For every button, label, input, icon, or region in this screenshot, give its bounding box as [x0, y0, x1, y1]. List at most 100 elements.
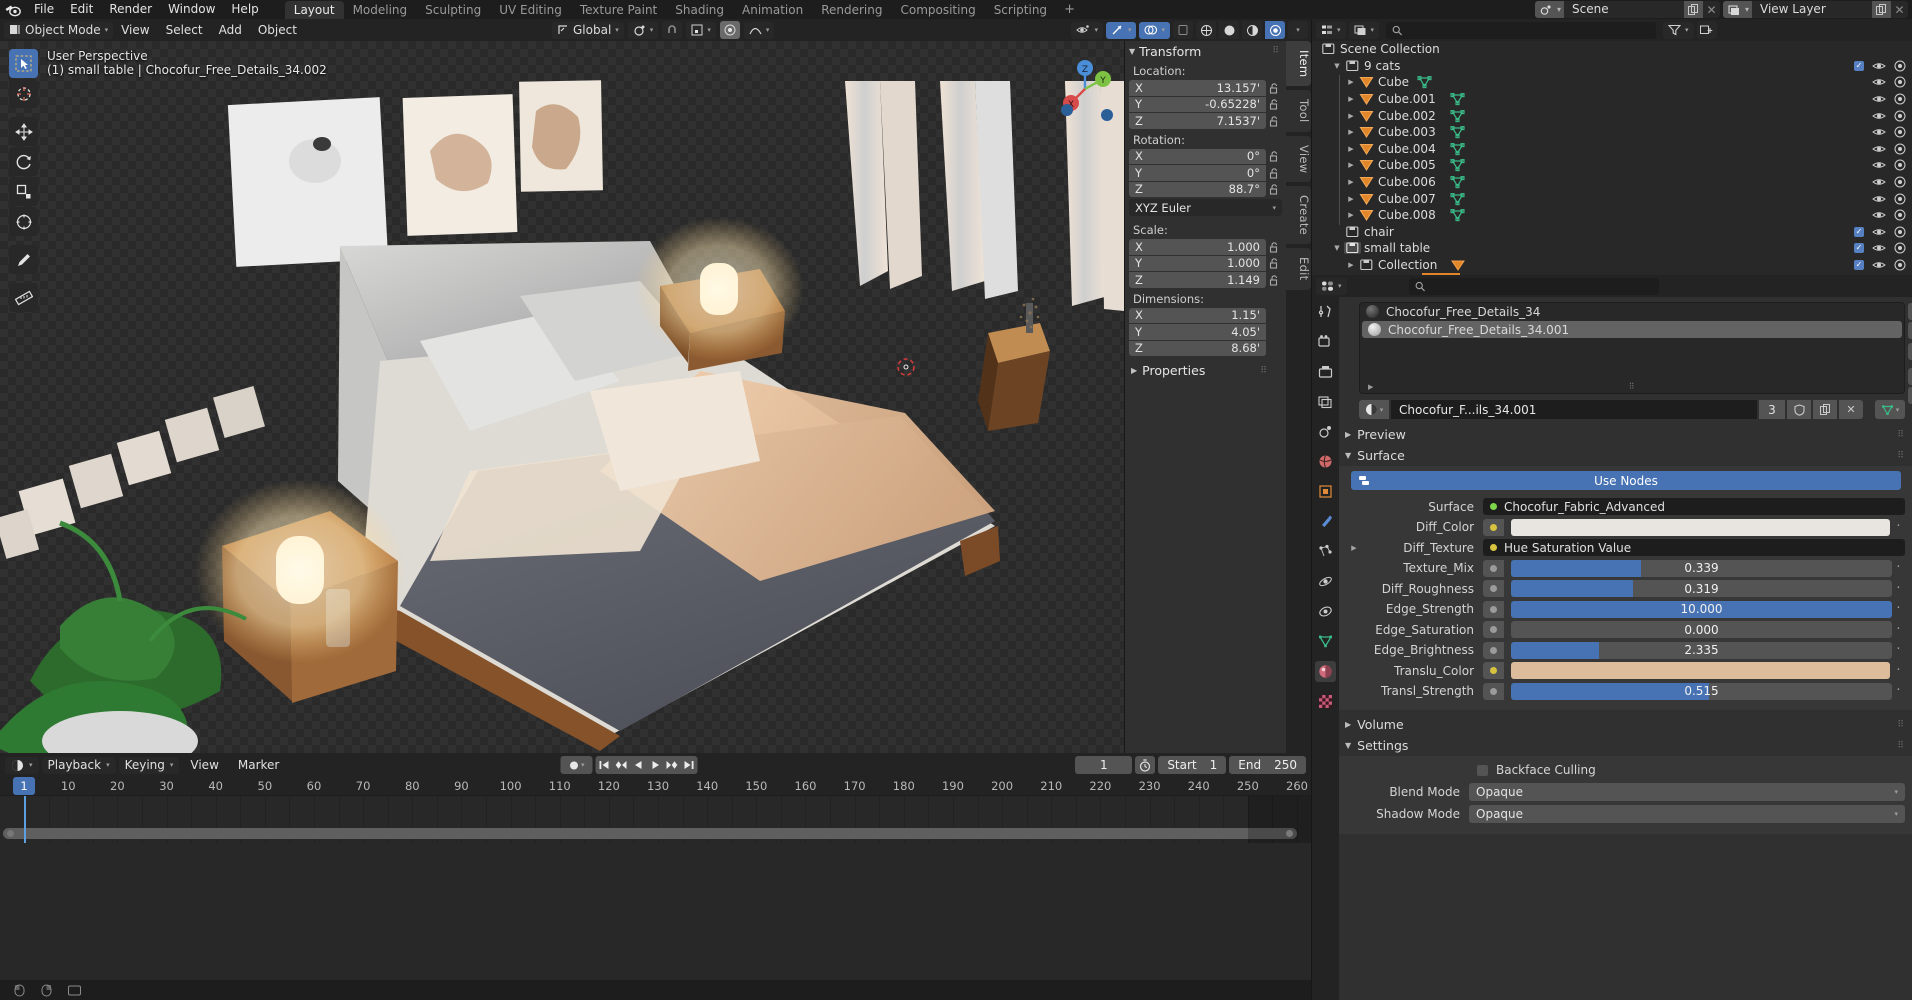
navigation-gizmo[interactable]: Z Y X: [1049, 53, 1121, 125]
jump-to-next-keyframe-button[interactable]: [664, 756, 681, 774]
timeline-menu-marker[interactable]: Marker: [230, 756, 287, 775]
n-tab-edit[interactable]: Edit: [1286, 248, 1311, 289]
viewport-3d[interactable]: User Perspective (1) small table | Choco…: [0, 41, 1311, 753]
viewport-menu-object[interactable]: Object: [250, 21, 305, 40]
view-layer-selector[interactable]: ▾ View Layer ✕: [1723, 1, 1908, 18]
n-tab-tool[interactable]: Tool: [1286, 90, 1311, 132]
rotation-z-field[interactable]: Z 88.7°: [1129, 182, 1266, 198]
tab-view-layer-icon[interactable]: [1315, 391, 1336, 412]
volume-section-header[interactable]: ▶ Volume ⠿: [1339, 714, 1912, 735]
tool-move[interactable]: [9, 117, 38, 146]
viewport-menu-view[interactable]: View: [113, 21, 157, 40]
outliner-new-collection-button[interactable]: [1697, 21, 1717, 39]
diff-roughness-slider[interactable]: 0.319: [1511, 580, 1892, 597]
disable-render-icon[interactable]: [1894, 193, 1906, 205]
hide-eye-icon[interactable]: [1872, 243, 1886, 253]
playback-menu[interactable]: Playback ▾: [42, 757, 116, 774]
shading-solid-button[interactable]: [1219, 21, 1239, 39]
hide-eye-icon[interactable]: [1872, 177, 1886, 187]
outliner-row-cube-004[interactable]: ▶Cube.004: [1312, 141, 1912, 158]
menu-window[interactable]: Window: [160, 0, 223, 19]
hide-eye-icon[interactable]: [1872, 227, 1886, 237]
lock-open-icon[interactable]: [1266, 257, 1282, 269]
outliner-row-9-cats[interactable]: ▼ 9 cats ✓: [1312, 58, 1912, 75]
drag-dots-icon[interactable]: ⠿: [1260, 366, 1268, 376]
outliner-row-cube-001[interactable]: ▶Cube.001: [1312, 91, 1912, 108]
play-button[interactable]: [647, 756, 664, 774]
n-tab-view[interactable]: View: [1286, 136, 1311, 183]
triangle-right-icon[interactable]: ▶: [1344, 161, 1358, 169]
outliner-filter-button[interactable]: ▾: [1663, 22, 1694, 39]
n-tab-item[interactable]: Item: [1286, 41, 1311, 86]
end-frame-field[interactable]: End 250: [1229, 756, 1306, 774]
outliner-row-cube-003[interactable]: ▶Cube.003: [1312, 124, 1912, 141]
animate-dot-icon[interactable]: ·: [1892, 646, 1905, 654]
triangle-right-icon[interactable]: ▶: [1344, 95, 1358, 103]
disable-render-icon[interactable]: [1894, 159, 1906, 171]
rotation-x-field[interactable]: X 0°: [1129, 149, 1266, 165]
transform-panel-header[interactable]: ▼ Transform ⠿: [1125, 41, 1286, 61]
visibility-selector[interactable]: ▾: [1071, 22, 1103, 39]
hide-eye-icon[interactable]: [1872, 160, 1886, 170]
dimensions-z-field[interactable]: Z 8.68': [1129, 341, 1266, 357]
browse-material-button[interactable]: ▾: [1359, 400, 1389, 419]
triangle-right-icon[interactable]: ▶: [1344, 128, 1358, 136]
triangle-right-icon[interactable]: ▶: [1344, 145, 1358, 153]
workspace-tab-uv-editing[interactable]: UV Editing: [490, 1, 571, 19]
start-frame-field[interactable]: Start 1: [1158, 756, 1226, 774]
view-layer-name[interactable]: View Layer: [1752, 1, 1872, 18]
triangle-right-icon[interactable]: ▶: [1344, 112, 1358, 120]
tool-annotate[interactable]: [9, 245, 38, 274]
outliner-row-chair[interactable]: chair ✓: [1312, 224, 1912, 241]
surface-section-header[interactable]: ▼ Surface ⠿: [1339, 445, 1912, 466]
disable-render-icon[interactable]: [1894, 176, 1906, 188]
tab-render-icon[interactable]: [1315, 331, 1336, 352]
unlink-material-button[interactable]: ✕: [1839, 400, 1863, 419]
jump-to-start-button[interactable]: [596, 756, 613, 774]
properties-search-box[interactable]: [1409, 278, 1659, 295]
snap-magnet-toggle[interactable]: [662, 21, 682, 39]
menu-file[interactable]: File: [26, 0, 62, 19]
outliner-row-cube[interactable]: ▶Cube: [1312, 74, 1912, 91]
shading-wireframe-button[interactable]: [1196, 21, 1216, 39]
hide-eye-icon[interactable]: [1872, 144, 1886, 154]
keying-menu[interactable]: Keying ▾: [119, 757, 180, 774]
play-reverse-button[interactable]: [630, 756, 647, 774]
settings-section-header[interactable]: ▼ Settings ⠿: [1339, 735, 1912, 756]
animate-dot-icon[interactable]: ·: [1892, 626, 1905, 634]
timeline-menu-view[interactable]: View: [182, 756, 226, 775]
animate-dot-icon[interactable]: ·: [1892, 687, 1905, 695]
fake-user-shield-icon[interactable]: [1787, 400, 1811, 419]
scale-x-field[interactable]: X 1.000: [1129, 239, 1266, 255]
proportional-falloff-selector[interactable]: ▾: [744, 22, 775, 39]
interaction-mode-selector[interactable]: Object Mode ▾: [4, 22, 113, 39]
use-preview-range-icon[interactable]: [1135, 756, 1155, 774]
lock-open-icon[interactable]: [1266, 241, 1282, 253]
animate-dot-icon[interactable]: ·: [1892, 564, 1905, 572]
workspace-tab-rendering[interactable]: Rendering: [812, 1, 891, 19]
scale-y-field[interactable]: Y 1.000: [1129, 256, 1266, 272]
lock-open-icon[interactable]: [1266, 150, 1282, 162]
animate-dot-icon[interactable]: ·: [1892, 605, 1905, 613]
material-slot-row-selected[interactable]: Chocofur_Free_Details_34.001: [1362, 321, 1902, 338]
exclude-checkbox[interactable]: ✓: [1854, 61, 1864, 71]
blender-logo-icon[interactable]: [0, 0, 26, 19]
workspace-tab-texture-paint[interactable]: Texture Paint: [571, 1, 666, 19]
edge-saturation-field[interactable]: 0.000: [1483, 621, 1892, 638]
tab-physics-icon[interactable]: [1315, 571, 1336, 592]
tab-material-icon[interactable]: [1315, 661, 1336, 682]
tab-modifier-icon[interactable]: [1315, 511, 1336, 532]
tab-scene-icon[interactable]: [1315, 421, 1336, 442]
hide-eye-icon[interactable]: [1872, 210, 1886, 220]
triangle-right-icon[interactable]: ▶: [1344, 78, 1358, 86]
outliner-row-collection[interactable]: ▶ Collection ✓: [1312, 257, 1912, 274]
edge-strength-slider[interactable]: 10.000: [1511, 601, 1892, 618]
move-slot-down-button[interactable]: ▼: [1908, 387, 1912, 404]
transl-strength-field[interactable]: 0.515: [1483, 683, 1892, 700]
remove-scene-button[interactable]: ✕: [1703, 1, 1720, 18]
material-users-count[interactable]: 3: [1759, 400, 1785, 419]
exclude-checkbox[interactable]: ✓: [1854, 227, 1864, 237]
diff-color-field[interactable]: [1483, 519, 1892, 536]
tab-particles-icon[interactable]: [1315, 541, 1336, 562]
material-specials-button[interactable]: ▾: [1908, 343, 1912, 360]
